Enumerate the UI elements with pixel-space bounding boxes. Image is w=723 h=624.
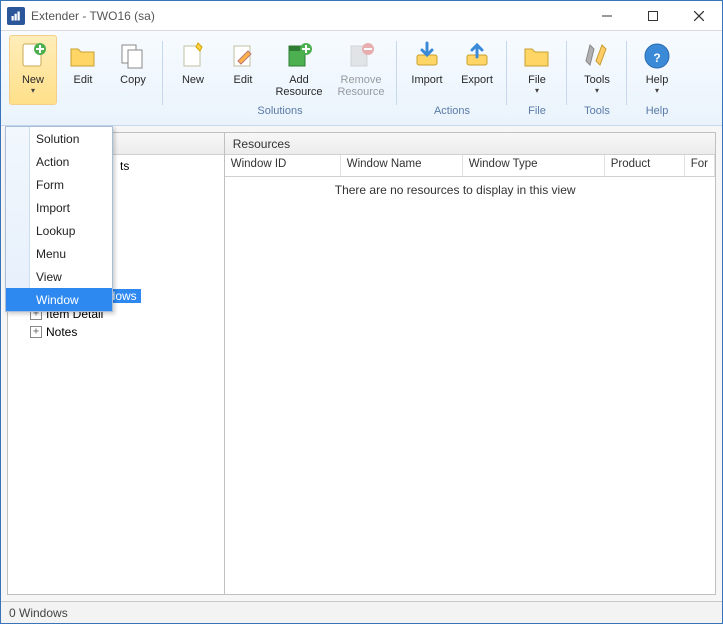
app-icon [7, 7, 25, 25]
ribbon-group-tools: Tools ▾ Tools [567, 35, 627, 125]
chevron-down-icon: ▾ [31, 86, 35, 95]
remove-resource-icon [345, 40, 377, 72]
import-button[interactable]: Import [403, 35, 451, 105]
tools-button[interactable]: Tools ▾ [573, 35, 621, 105]
resources-panel: Resources Window ID Window Name Window T… [225, 132, 716, 595]
chevron-down-icon: ▾ [595, 86, 599, 95]
menu-item-import[interactable]: Import [6, 196, 112, 219]
col-window-name[interactable]: Window Name [341, 155, 463, 176]
help-icon: ? [641, 40, 673, 72]
solutions-new-label: New [182, 74, 204, 86]
solutions-new-button[interactable]: New [169, 35, 217, 105]
add-resource-button[interactable]: Add Resource [269, 35, 329, 105]
edit-button[interactable]: Edit [59, 35, 107, 105]
svg-text:?: ? [653, 51, 660, 65]
ribbon-group-main: New ▾ Edit Copy [3, 35, 163, 125]
menu-item-view[interactable]: View [6, 265, 112, 288]
chevron-down-icon: ▾ [655, 86, 659, 95]
edit-label: Edit [74, 74, 93, 86]
import-icon [411, 40, 443, 72]
group-file-label: File [528, 105, 546, 117]
menu-item-lookup[interactable]: Lookup [6, 219, 112, 242]
new-doc-icon [177, 40, 209, 72]
col-window-id[interactable]: Window ID [225, 155, 341, 176]
maximize-button[interactable] [630, 1, 676, 31]
new-page-icon [17, 40, 49, 72]
ribbon-group-file: File ▾ File [507, 35, 567, 125]
ribbon-group-help: ? Help ▾ Help [627, 35, 687, 125]
col-for[interactable]: For [685, 155, 715, 176]
add-resource-label: Add Resource [270, 74, 328, 98]
close-button[interactable] [676, 1, 722, 31]
menu-item-window[interactable]: Window [6, 288, 112, 311]
status-text: 0 Windows [9, 606, 68, 620]
remove-resource-label: Remove Resource [332, 74, 390, 98]
tree-node-label: Notes [44, 325, 79, 339]
resources-header: Resources [225, 133, 715, 155]
export-label: Export [461, 74, 493, 86]
file-label: File [528, 74, 546, 86]
group-actions-label: Actions [434, 105, 470, 117]
menu-item-action[interactable]: Action [6, 150, 112, 173]
group-solutions-label: Solutions [257, 105, 302, 117]
new-label: New [22, 74, 44, 86]
col-window-type[interactable]: Window Type [463, 155, 605, 176]
chevron-down-icon: ▾ [535, 86, 539, 95]
empty-message: There are no resources to display in thi… [335, 183, 576, 197]
tools-icon [581, 40, 613, 72]
remove-resource-button[interactable]: Remove Resource [331, 35, 391, 105]
import-label: Import [411, 74, 442, 86]
status-bar: 0 Windows [1, 601, 722, 623]
solutions-edit-label: Edit [234, 74, 253, 86]
folder-icon [67, 40, 99, 72]
add-resource-icon [283, 40, 315, 72]
grid-body: There are no resources to display in thi… [225, 177, 715, 594]
col-product[interactable]: Product [605, 155, 685, 176]
new-dropdown-menu: SolutionActionFormImportLookupMenuViewWi… [5, 126, 113, 312]
column-headers: Window ID Window Name Window Type Produc… [225, 155, 715, 177]
ribbon-group-solutions: New Edit Add Resource Remove Resource So… [163, 35, 397, 125]
ribbon-toolbar: New ▾ Edit Copy New [1, 31, 722, 126]
ribbon-group-actions: Import Export Actions [397, 35, 507, 125]
solutions-edit-button[interactable]: Edit [219, 35, 267, 105]
export-button[interactable]: Export [453, 35, 501, 105]
help-button[interactable]: ? Help ▾ [633, 35, 681, 105]
group-help-label: Help [646, 105, 669, 117]
copy-icon [117, 40, 149, 72]
window-title: Extender - TWO16 (sa) [31, 9, 155, 23]
minimize-button[interactable] [584, 1, 630, 31]
help-label: Help [646, 74, 669, 86]
menu-item-menu[interactable]: Menu [6, 242, 112, 265]
edit-doc-icon [227, 40, 259, 72]
app-window: Extender - TWO16 (sa) New ▾ Edit Copy [0, 0, 723, 624]
export-icon [461, 40, 493, 72]
menu-item-form[interactable]: Form [6, 173, 112, 196]
tree-node-notes[interactable]: + Notes [8, 323, 224, 341]
copy-label: Copy [120, 74, 146, 86]
new-button[interactable]: New ▾ [9, 35, 57, 105]
file-button[interactable]: File ▾ [513, 35, 561, 105]
copy-button[interactable]: Copy [109, 35, 157, 105]
folder-open-icon [521, 40, 553, 72]
title-bar: Extender - TWO16 (sa) [1, 1, 722, 31]
tools-label: Tools [584, 74, 610, 86]
menu-item-solution[interactable]: Solution [6, 127, 112, 150]
group-tools-label: Tools [584, 105, 610, 117]
expand-icon[interactable]: + [30, 326, 42, 338]
